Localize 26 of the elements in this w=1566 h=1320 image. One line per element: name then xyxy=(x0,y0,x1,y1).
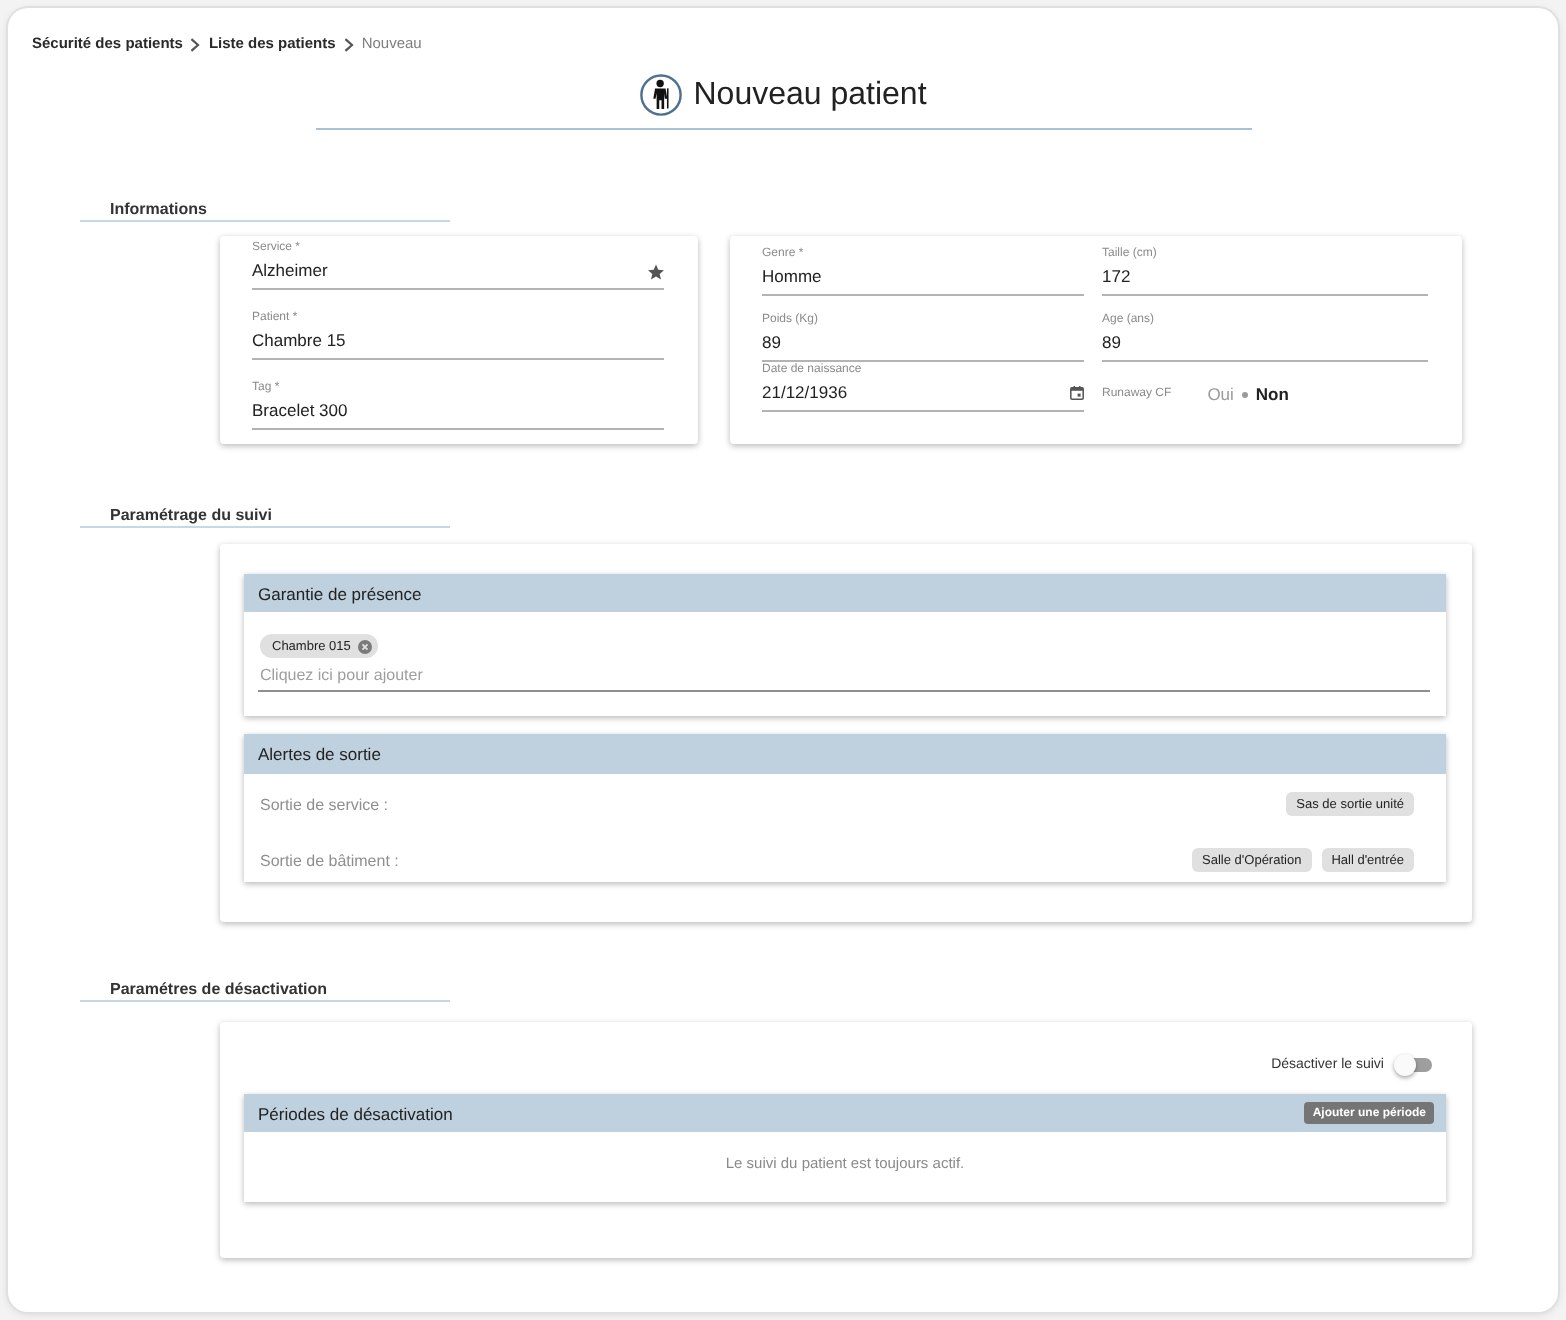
dot-icon xyxy=(1241,391,1248,397)
panel-title: Périodes de désactivation xyxy=(258,1103,453,1123)
date-field[interactable]: 21/12/1936 xyxy=(762,380,1084,412)
section-heading: Paramétrage du suivi xyxy=(80,504,450,528)
text-field[interactable]: 89 xyxy=(1102,330,1428,362)
row-label: Sortie de bâtiment : xyxy=(260,851,399,869)
choice-option[interactable]: Non xyxy=(1255,382,1289,406)
row-label: Sortie de service : xyxy=(260,795,389,813)
toggle-switch[interactable] xyxy=(1394,1053,1432,1075)
section-heading: Paramétres de désactivation xyxy=(80,978,450,1002)
panel-title: Alertes de sortie xyxy=(258,744,381,764)
calendar-icon[interactable] xyxy=(1070,386,1084,400)
text-field[interactable]: 89 xyxy=(762,330,1084,362)
chevron-right-icon xyxy=(343,37,354,51)
star-icon[interactable] xyxy=(648,263,664,279)
page-title: Nouveau patient xyxy=(693,76,927,116)
text-field[interactable]: Homme xyxy=(762,264,1084,296)
chevron-right-icon xyxy=(190,37,201,51)
text-field[interactable]: Alzheimer xyxy=(252,258,664,290)
close-icon[interactable] xyxy=(358,639,373,653)
text-field[interactable]: Bracelet 300 xyxy=(252,398,664,430)
text-field[interactable]: Chambre 15 xyxy=(252,328,664,360)
panel-title: Garantie de présence xyxy=(258,583,422,603)
section-heading: Informations xyxy=(80,198,450,222)
text-field[interactable]: 172 xyxy=(1102,264,1428,296)
person-icon xyxy=(639,74,682,116)
